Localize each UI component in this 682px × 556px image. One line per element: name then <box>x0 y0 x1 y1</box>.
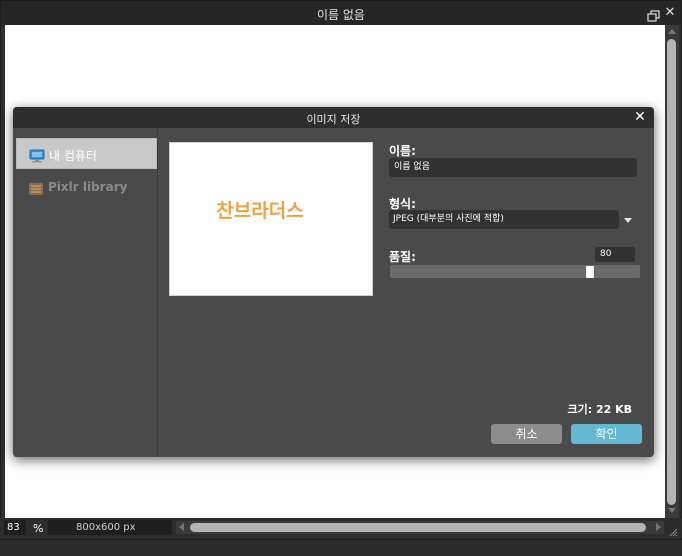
quality-slider[interactable] <box>390 265 640 278</box>
window-title: 이름 없음 <box>317 8 365 22</box>
format-select[interactable]: JPEG (대부분의 사진에 적합) <box>389 210 619 229</box>
image-preview: 찬브라더스 <box>169 142 373 296</box>
window-titlebar: 이름 없음 ✕ <box>1 1 681 25</box>
sidebar-item-label: Pixlr library <box>48 180 128 194</box>
ok-button[interactable]: 확인 <box>571 424 642 444</box>
file-size-label: 크기: 22 KB <box>567 403 632 416</box>
scroll-left-icon[interactable] <box>179 523 184 531</box>
close-icon[interactable]: ✕ <box>663 6 677 20</box>
file-name-input[interactable]: 이름 없음 <box>389 158 637 177</box>
chevron-down-icon[interactable] <box>624 218 632 223</box>
sidebar-item-my-computer[interactable]: 내 컴퓨터 <box>16 138 157 169</box>
scroll-up-icon[interactable] <box>668 29 676 34</box>
save-location-sidebar: 내 컴퓨터 Pixlr library <box>13 128 158 457</box>
save-image-dialog: 이미지 저장 ✕ 내 컴퓨터 Pixlr library 찬브라더스 이름: 이… <box>13 107 654 457</box>
quality-label: 품질: <box>389 250 416 264</box>
computer-icon <box>29 148 45 163</box>
sidebar-item-label: 내 컴퓨터 <box>49 149 97 163</box>
horizontal-scrollbar[interactable] <box>176 521 664 534</box>
horizontal-scroll-thumb[interactable] <box>190 523 646 532</box>
zoom-unit-label: % <box>33 522 44 535</box>
library-icon <box>28 181 44 195</box>
zoom-input[interactable]: 83 <box>4 520 26 535</box>
quality-input[interactable]: 80 <box>595 247 635 262</box>
dialog-close-icon[interactable]: ✕ <box>633 109 647 125</box>
scroll-down-icon[interactable] <box>668 508 676 513</box>
scroll-right-icon[interactable] <box>656 523 661 531</box>
vertical-scrollbar[interactable] <box>665 25 679 519</box>
preview-image-text: 찬브라더스 <box>216 200 304 222</box>
quality-slider-handle[interactable] <box>586 266 594 278</box>
dialog-title: 이미지 저장 <box>306 113 361 126</box>
status-bar: 83 % 800x600 px <box>0 518 682 538</box>
sidebar-item-pixlr-library[interactable]: Pixlr library <box>16 172 157 203</box>
dialog-header: 이미지 저장 ✕ <box>13 107 654 128</box>
vertical-scroll-thumb[interactable] <box>667 39 676 505</box>
resize-grip-icon[interactable] <box>668 522 678 537</box>
name-label: 이름: <box>389 144 416 158</box>
document-size-label: 800x600 px <box>48 520 172 535</box>
restore-window-icon[interactable] <box>647 7 660 22</box>
cancel-button[interactable]: 취소 <box>491 424 562 444</box>
